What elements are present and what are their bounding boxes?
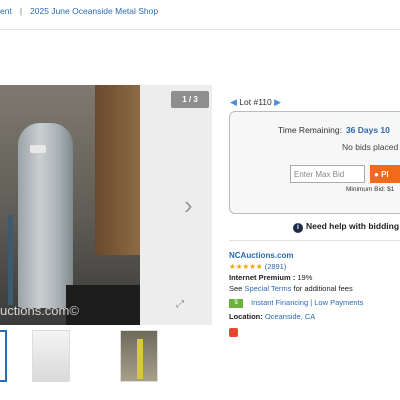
thumbnail-3-detail [137, 339, 143, 379]
photo-watermark: uctions.com© [0, 303, 79, 318]
lot-number: Lot #110 [239, 97, 272, 107]
photo-tank-label [30, 145, 46, 153]
premium-value: 19% [297, 273, 313, 282]
arrow-left-icon[interactable]: ◀ [230, 97, 237, 107]
time-remaining-value: 36 Days 10 [345, 125, 390, 135]
financing-link[interactable]: Instant Financing | Low Payments [251, 298, 363, 307]
lot-nav: ◀ Lot #110 ▶ [230, 97, 281, 108]
thumbnail-1[interactable] [0, 330, 7, 382]
help-link[interactable]: i Need help with bidding [293, 221, 399, 233]
place-bid-button[interactable]: ● Pl [370, 165, 400, 183]
expand-icon[interactable]: ⤢ [176, 297, 194, 313]
terms-prefix: See [229, 284, 243, 293]
info-icon: i [293, 223, 303, 233]
time-remaining-label: Time Remaining: [278, 125, 342, 135]
special-terms-link[interactable]: Special Terms [244, 284, 291, 293]
photo-counter: 1 / 3 [171, 91, 209, 108]
seller-name-link[interactable]: NCAuctions.com [229, 251, 293, 260]
photo-shelf [95, 85, 140, 255]
pdf-icon[interactable] [229, 328, 238, 337]
seller-info: NCAuctions.com ★★★★★ (2891) Internet Pre… [229, 250, 363, 337]
arrow-right-icon[interactable]: ▶ [274, 97, 281, 107]
section-divider [229, 240, 400, 241]
dollar-badge-icon: $ [229, 298, 243, 308]
header-divider [0, 29, 400, 30]
terms-suffix: for additional fees [293, 284, 353, 293]
gavel-icon: ● [374, 169, 379, 179]
time-remaining: Time Remaining: 36 Days 10 [278, 125, 390, 135]
location-link[interactable]: Oceanside, CA [265, 312, 315, 321]
help-text: Need help with bidding [306, 221, 400, 231]
bid-panel: Time Remaining: 36 Days 10 No bids placed… [229, 111, 400, 214]
place-bid-label: Pl [381, 169, 389, 179]
max-bid-input[interactable] [290, 165, 365, 183]
photo-pipe [8, 215, 13, 305]
breadcrumb: ent | 2025 June Oceanside Metal Shop [0, 6, 158, 16]
breadcrumb-prev-link[interactable]: ent [0, 6, 12, 16]
minimum-bid: Minimum Bid: $1 [346, 186, 395, 193]
breadcrumb-current-link[interactable]: 2025 June Oceanside Metal Shop [30, 6, 158, 16]
thumbnail-3[interactable] [120, 330, 158, 382]
main-photo[interactable]: uctions.com© 1 / 3 › ⤢ [0, 85, 212, 325]
location-label: Location: [229, 312, 263, 321]
rating-stars: ★★★★★ [229, 262, 263, 271]
thumbnail-2[interactable] [32, 330, 70, 382]
chevron-right-icon[interactable]: › [184, 191, 202, 219]
rating-count-link[interactable]: (2891) [265, 262, 287, 271]
thumbnail-strip [0, 330, 212, 386]
bid-status: No bids placed [342, 142, 399, 152]
breadcrumb-separator: | [19, 6, 23, 16]
premium-label: Internet Premium : [229, 273, 296, 282]
